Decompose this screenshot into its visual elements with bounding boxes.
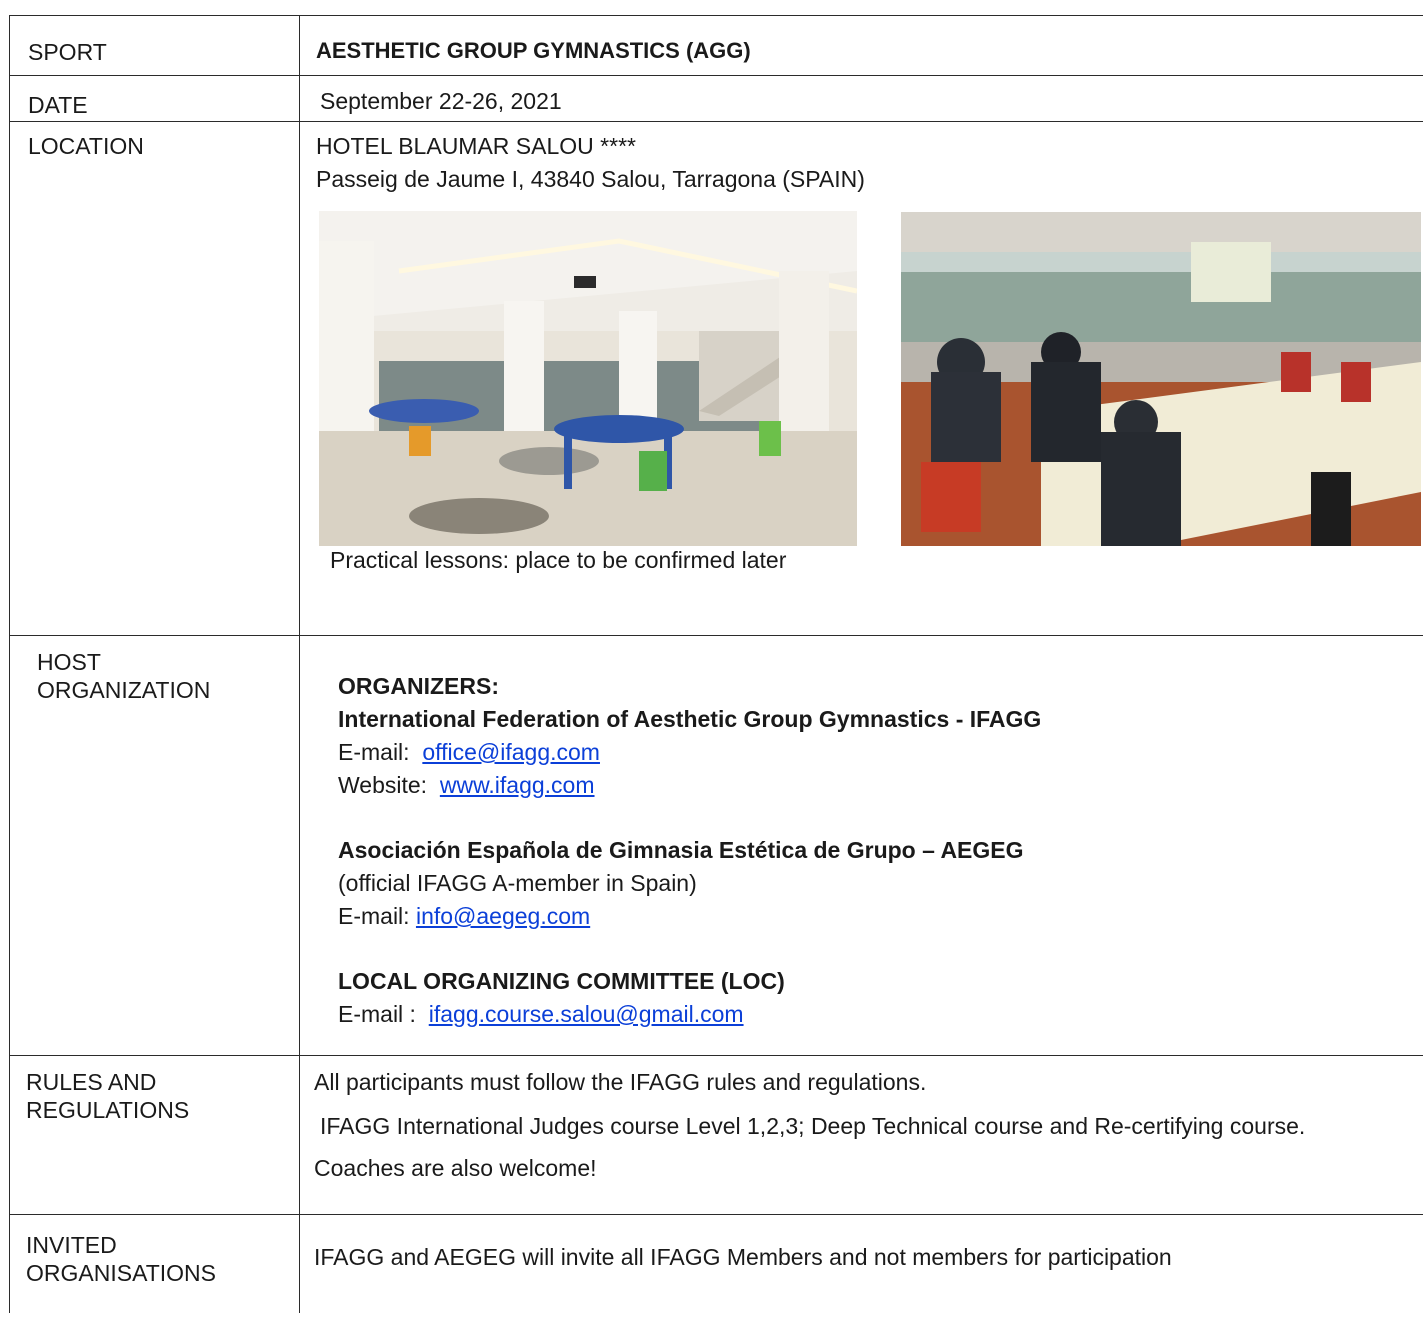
invited-label: INVITED ORGANISATIONS <box>10 1215 299 1287</box>
invited-label-line1: INVITED <box>26 1232 117 1258</box>
hotel-name: HOTEL BLAUMAR SALOU **** <box>316 133 636 159</box>
aegeg-email-prefix: E-mail: <box>338 903 410 929</box>
row-host-organization: HOST ORGANIZATION ORGANIZERS: Internatio… <box>9 635 1423 1056</box>
value-cell: AESTHETIC GROUP GYMNASTICS (AGG) <box>299 15 1423 76</box>
rules-label-line1: RULES AND <box>26 1069 157 1095</box>
ifagg-email-line: E-mail: office@ifagg.com <box>338 736 1423 769</box>
ifagg-email-link[interactable]: office@ifagg.com <box>422 739 600 765</box>
photo-row <box>300 196 1423 556</box>
course-meeting-room-photo <box>901 212 1421 546</box>
host-label: HOST ORGANIZATION <box>10 636 299 704</box>
host-details: ORGANIZERS: International Federation of … <box>300 636 1423 1031</box>
loc-email-line: E-mail : ifagg.course.salou@gmail.com <box>338 998 1423 1031</box>
rules-line2: IFAGG International Judges course Level … <box>320 1113 1306 1139</box>
hotel-address: Passeig de Jaume I, 43840 Salou, Tarrago… <box>316 166 865 192</box>
ifagg-email-prefix: E-mail: <box>338 739 410 765</box>
ifagg-website-prefix: Website: <box>338 772 428 798</box>
loc-email-link[interactable]: ifagg.course.salou@gmail.com <box>429 1001 744 1027</box>
rules-line1: All participants must follow the IFAGG r… <box>314 1069 927 1095</box>
location-label: LOCATION <box>28 133 144 159</box>
row-location: LOCATION HOTEL BLAUMAR SALOU **** Passei… <box>9 121 1423 636</box>
aegeg-name: Asociación Española de Gimnasia Estética… <box>338 837 1024 863</box>
row-rules-regulations: RULES AND REGULATIONS All participants m… <box>9 1055 1423 1215</box>
host-label-line2: ORGANIZATION <box>37 677 211 703</box>
loc-email-prefix: E-mail : <box>338 1001 416 1027</box>
rules-label: RULES AND REGULATIONS <box>10 1056 299 1124</box>
ifagg-website-link[interactable]: www.ifagg.com <box>440 772 595 798</box>
aegeg-email-link[interactable]: info@aegeg.com <box>416 903 590 929</box>
label-cell: SPORT <box>9 15 300 76</box>
ifagg-name: International Federation of Aesthetic Gr… <box>338 706 1042 732</box>
invited-label-line2: ORGANISATIONS <box>26 1260 216 1286</box>
rules-line3: Coaches are also welcome! <box>314 1155 597 1181</box>
date-value: September 22-26, 2021 <box>320 88 562 114</box>
host-label-line1: HOST <box>37 649 101 675</box>
event-info-table: SPORT AESTHETIC GROUP GYMNASTICS (AGG) D… <box>9 15 1423 1313</box>
rules-label-line2: REGULATIONS <box>26 1097 190 1123</box>
sport-label: SPORT <box>28 39 107 65</box>
aegeg-email-line: E-mail: info@aegeg.com <box>338 900 1423 933</box>
date-label: DATE <box>28 92 88 118</box>
loc-heading: LOCAL ORGANIZING COMMITTEE (LOC) <box>338 968 785 994</box>
organizers-heading: ORGANIZERS: <box>338 673 499 699</box>
row-invited-organisations: INVITED ORGANISATIONS IFAGG and AEGEG wi… <box>9 1214 1423 1313</box>
row-sport: SPORT AESTHETIC GROUP GYMNASTICS (AGG) <box>9 15 1423 76</box>
sport-value: AESTHETIC GROUP GYMNASTICS (AGG) <box>316 38 751 63</box>
invited-value: IFAGG and AEGEG will invite all IFAGG Me… <box>314 1244 1172 1270</box>
hotel-kids-room-photo <box>319 211 857 546</box>
aegeg-note: (official IFAGG A-member in Spain) <box>338 870 697 896</box>
row-date: DATE September 22-26, 2021 <box>9 75 1423 122</box>
ifagg-website-line: Website: www.ifagg.com <box>338 769 1423 802</box>
